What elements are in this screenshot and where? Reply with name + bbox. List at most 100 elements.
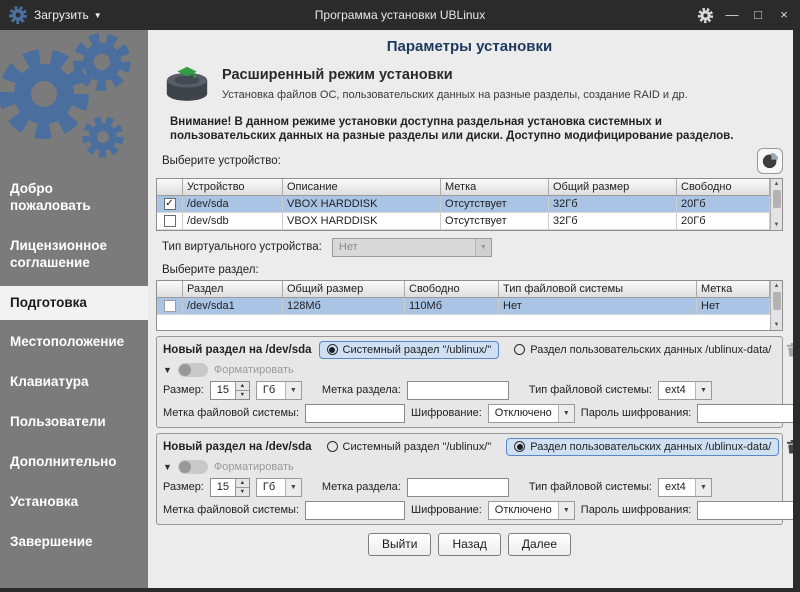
chevron-down-icon: ▼ [558, 502, 574, 519]
sidebar-item-additional[interactable]: Дополнительно [0, 445, 148, 480]
partition-col-name: Раздел [183, 281, 283, 298]
partition-row-free[interactable]: 110Мб [405, 298, 499, 315]
spin-down-icon[interactable]: ▼ [236, 391, 249, 399]
encryption-select[interactable]: Отключено ▼ [488, 404, 575, 423]
partition-col-fstype: Тип файловой системы [499, 281, 697, 298]
checkbox-unchecked-icon[interactable] [164, 300, 176, 312]
device-row-free[interactable]: 20Гб [677, 213, 770, 230]
partition-row-name[interactable]: /dev/sda1 [183, 298, 283, 315]
device-col-check [157, 179, 183, 196]
partition-row-total[interactable]: 128Мб [283, 298, 405, 315]
partition-table-scrollbar[interactable]: ▲ ▼ [770, 281, 782, 330]
device-row-device[interactable]: /dev/sda [183, 196, 283, 213]
fstype-select[interactable]: ext4 ▼ [658, 381, 712, 400]
partition-row-checkbox[interactable] [157, 298, 183, 315]
sidebar-item-location[interactable]: Местоположение [0, 325, 148, 360]
delete-partition-button[interactable] [786, 340, 793, 360]
select-partition-label: Выберите раздел: [162, 264, 259, 276]
device-row-checkbox[interactable] [157, 213, 183, 230]
fstype-value: ext4 [659, 481, 695, 493]
scroll-up-icon[interactable]: ▲ [774, 281, 780, 291]
partition-row-fstype[interactable]: Нет [499, 298, 697, 315]
sidebar-item-preparation[interactable]: Подготовка [0, 286, 148, 321]
radio-data-partition[interactable]: Раздел пользовательских данных /ublinux-… [506, 341, 779, 359]
checkbox-unchecked-icon[interactable] [164, 215, 176, 227]
checkbox-checked-icon[interactable]: ✓ [164, 198, 176, 210]
scrollbar-thumb[interactable] [773, 292, 781, 310]
password-label: Пароль шифрования: [581, 407, 692, 419]
encryption-password-input[interactable] [697, 501, 793, 520]
scroll-down-icon[interactable]: ▼ [774, 320, 780, 330]
fs-label-input[interactable] [305, 404, 405, 423]
disk-usage-chart-button[interactable] [757, 148, 783, 174]
size-label: Размер: [163, 384, 204, 396]
delete-partition-button[interactable] [786, 437, 793, 457]
size-value: 15 [211, 382, 235, 399]
sidebar-item-keyboard[interactable]: Клавиатура [0, 365, 148, 400]
sidebar-item-installation[interactable]: Установка [0, 485, 148, 520]
warning-bold: Внимание! [170, 116, 231, 128]
fstype-select[interactable]: ext4 ▼ [658, 478, 712, 497]
device-table-scrollbar[interactable]: ▲ ▼ [770, 179, 782, 230]
device-row-device[interactable]: /dev/sdb [183, 213, 283, 230]
scroll-up-icon[interactable]: ▲ [774, 179, 780, 189]
encryption-label: Шифрование: [411, 407, 482, 419]
size-stepper[interactable]: 15 ▲▼ [210, 478, 250, 497]
close-button[interactable]: × [776, 7, 792, 23]
device-row-total[interactable]: 32Гб [549, 213, 677, 230]
pie-chart-icon [762, 152, 779, 169]
spin-down-icon[interactable]: ▼ [236, 488, 249, 496]
format-toggle[interactable] [178, 460, 208, 474]
radio-system-partition[interactable]: Системный раздел "/ublinux/" [319, 341, 500, 359]
size-label: Размер: [163, 481, 204, 493]
page-title: Параметры установки [154, 38, 785, 55]
partition-row-label[interactable]: Нет [697, 298, 770, 315]
next-button[interactable]: Далее [508, 533, 571, 556]
size-stepper[interactable]: 15 ▲▼ [210, 381, 250, 400]
size-unit-select[interactable]: Гб ▼ [256, 478, 302, 497]
collapse-panel-icon[interactable]: ▼ [163, 365, 172, 375]
scrollbar-thumb[interactable] [773, 190, 781, 208]
exit-button[interactable]: Выйти [368, 533, 432, 556]
load-button[interactable]: Загрузить ▼ [34, 8, 102, 22]
device-row-description[interactable]: VBOX HARDDISK [283, 196, 441, 213]
back-button[interactable]: Назад [438, 533, 500, 556]
sidebar-item-users[interactable]: Пользователи [0, 405, 148, 440]
virtual-device-label: Тип виртуального устройства: [162, 241, 322, 253]
partition-col-total: Общий размер [283, 281, 405, 298]
partition-col-check [157, 281, 183, 298]
encryption-password-input[interactable] [697, 404, 793, 423]
collapse-panel-icon[interactable]: ▼ [163, 462, 172, 472]
settings-gear-icon[interactable] [697, 7, 714, 24]
size-unit-value: Гб [257, 384, 285, 396]
device-row-checkbox[interactable]: ✓ [157, 196, 183, 213]
radio-data-partition[interactable]: Раздел пользовательских данных /ublinux-… [506, 438, 779, 456]
scroll-down-icon[interactable]: ▼ [774, 220, 780, 230]
partition-table-empty-area [157, 315, 770, 330]
partition-label-input[interactable] [407, 478, 509, 497]
minimize-button[interactable]: — [724, 7, 740, 23]
device-row-description[interactable]: VBOX HARDDISK [283, 213, 441, 230]
chevron-down-icon: ▼ [285, 382, 301, 399]
format-toggle[interactable] [178, 363, 208, 377]
device-row-free[interactable]: 20Гб [677, 196, 770, 213]
load-button-label: Загрузить [34, 8, 89, 22]
partition-label-input[interactable] [407, 381, 509, 400]
device-row-total[interactable]: 32Гб [549, 196, 677, 213]
fs-label-input[interactable] [305, 501, 405, 520]
device-row-label[interactable]: Отсутствует [441, 196, 549, 213]
sidebar-item-license[interactable]: Лицензионное соглашение [0, 229, 148, 281]
partition-col-label: Метка [697, 281, 770, 298]
spin-up-icon[interactable]: ▲ [236, 382, 249, 391]
device-row-label[interactable]: Отсутствует [441, 213, 549, 230]
maximize-button[interactable]: □ [750, 7, 766, 23]
size-unit-select[interactable]: Гб ▼ [256, 381, 302, 400]
sidebar-item-welcome[interactable]: Добро пожаловать [0, 172, 148, 224]
radio-system-partition[interactable]: Системный раздел "/ublinux/" [319, 438, 500, 456]
virtual-device-select[interactable]: Нет ▼ [332, 238, 492, 257]
sidebar-item-finish[interactable]: Завершение [0, 525, 148, 560]
encryption-select[interactable]: Отключено ▼ [488, 501, 575, 520]
spin-up-icon[interactable]: ▲ [236, 479, 249, 488]
new-partition-panel-data: Новый раздел на /dev/sda Системный разде… [156, 433, 783, 525]
window-title: Программа установки UBLinux [228, 8, 572, 22]
